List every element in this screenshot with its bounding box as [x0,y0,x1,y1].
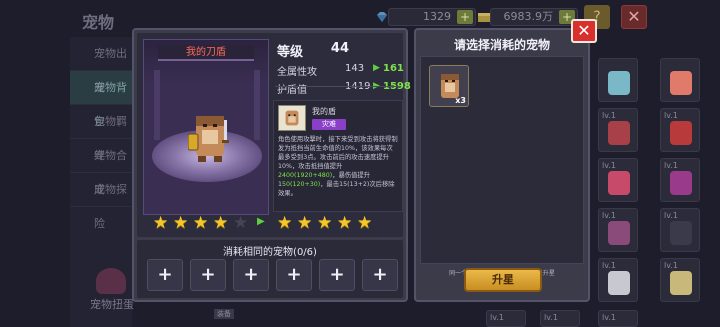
pet-thumbnail [608,271,630,295]
pet-thumbnail [608,221,630,245]
skill-info-box: 我的盾 灾难 角色使用攻撃时，接下来受到攻击将获得制发为抵挡当前生命值的10%，… [273,100,403,212]
level-label: 等级 [277,45,304,60]
bg-pet-slot[interactable]: lv.1 [660,208,700,252]
bg-pet-slot[interactable]: lv.1 [598,310,638,327]
bg-pet-slot[interactable] [598,58,638,102]
star-upgrade-arrow-icon: ▶ [257,216,265,227]
selectable-pet-slot[interactable]: x3 [429,65,469,107]
diamond-icon [377,12,387,22]
consume-slot-1[interactable]: + [147,259,183,291]
gacha-label[interactable]: 宠物扭蛋 [90,296,134,312]
star-icon: ★ [153,213,169,233]
gold-counter: 6983.9万 + [478,8,578,26]
consume-slot-2[interactable]: + [190,259,226,291]
consume-pets-panel: 消耗相同的宠物(0/6) + + + + + + [137,240,403,298]
equip-tag: 装备 [214,309,234,319]
stat-row-attack: 全属性攻 143 ▶ 161 [275,61,404,78]
star-icon: ★ [173,213,189,233]
select-panel-title: 请选择消耗的宠物 [453,38,550,52]
stat-label: 护盾值 [277,85,307,96]
level-value: 44 [330,41,349,56]
level-row: 等级 44 [275,37,403,60]
sidebar-item-pet-deploy[interactable]: 宠物出战 [70,37,132,94]
sidebar-item-pet-explore[interactable]: 宠物探险 [70,173,132,230]
bg-pet-slot[interactable]: lv.1 [598,258,638,302]
skill-description: 角色使用攻撃时，接下来受到攻击将获得制发为抵挡当前生命值的10%，该效果每次最多… [278,136,398,197]
pet-thumbnail [670,171,692,195]
gold-value: 6983.9万 [503,10,554,23]
pets-screen-title: 宠物 [82,13,115,32]
sidebar-item-pet-bond[interactable]: 宠物羁绊 [70,105,132,162]
portrait-pillar [254,70,260,140]
bg-pet-slot[interactable]: lv.1 [598,158,638,202]
pet-thumbnail [670,221,692,245]
stats-divider [275,86,401,87]
star-icon: ★ [213,213,229,233]
bg-pet-slot[interactable]: lv.1 [660,258,700,302]
increase-arrow-icon: ▶ [373,63,380,73]
pet-thumbnail [670,71,692,95]
gacha-icon[interactable] [96,268,126,294]
bg-pet-slot[interactable]: lv.1 [486,310,526,327]
bg-pet-slot[interactable] [660,58,700,102]
consume-slot-6[interactable]: + [362,259,398,291]
pet-portrait-card: 我的刀盾 [143,39,269,215]
star-icon: ★ [277,213,293,233]
screen-close-button[interactable]: ✕ [621,5,647,29]
bg-pet-slot[interactable]: lv.1 [598,108,638,152]
pet-thumbnail [670,271,692,295]
star-up-button[interactable]: 升星 [464,268,542,292]
consume-title: 消耗相同的宠物(0/6) [223,247,317,258]
consume-slot-4[interactable]: + [276,259,312,291]
gold-icon [478,13,490,22]
diamond-counter: 1329 + [377,8,476,26]
portrait-pillar [154,70,160,140]
pet-thumbnail [608,71,630,95]
consume-slot-3[interactable]: + [233,259,269,291]
pet-info-area: 我的刀盾 等级 44 全属性攻 143 ▶ 161 护盾值 我的盾 灾难 角色使… [137,33,411,237]
skill-name: 我的盾 [312,107,336,116]
pet-upgrade-panel: 我的刀盾 等级 44 全属性攻 143 ▶ 161 护盾值 我的盾 灾难 角色使… [132,28,411,302]
star-empty-icon: ★ [233,213,249,233]
skill-portrait-icon [278,105,306,131]
pet-count: x3 [455,96,466,105]
selectable-pets-grid: x3 同一个宠物，从第2只开始才可用于升星 [420,56,584,277]
star-icon: ★ [357,213,373,233]
stat-label: 全属性攻 [277,67,317,78]
star-rating-row: ★ ★ ★ ★ ★ ▶ ★ ★ ★ ★ ★ [153,214,393,234]
select-consume-panel: 请选择消耗的宠物 x3 同一个宠物，从第2只开始才可用于升星 升星 [414,28,590,302]
bg-pet-slot[interactable]: lv.1 [660,108,700,152]
consume-slot-5[interactable]: + [319,259,355,291]
pet-thumbnail [670,121,692,145]
bg-pet-slot[interactable]: lv.1 [540,310,580,327]
sidebar-item-pet-merge[interactable]: 宠物合成 [70,139,132,196]
diamond-value: 1329 [423,10,451,23]
stat-next: 161 [383,63,404,74]
stat-row-shield: 护盾值 1419 ▶ 1598 [275,79,411,96]
bg-pet-slot[interactable]: lv.1 [660,158,700,202]
pet-thumbnail [608,121,630,145]
pet-name: 我的刀盾 [158,45,254,61]
pet-thumbnail [608,171,630,195]
star-icon: ★ [297,213,313,233]
bg-pet-slot[interactable]: lv.1 [598,208,638,252]
pet-sprite-icon [188,116,229,162]
star-icon: ★ [193,213,209,233]
sidebar-item-pet-bag[interactable]: 宠物背包 [70,71,132,128]
skill-type-badge: 灾难 [312,119,346,130]
close-icon[interactable]: ✕ [571,19,597,43]
add-diamond-button[interactable]: + [457,10,473,24]
star-icon: ★ [337,213,353,233]
stat-current: 143 [345,63,365,74]
star-icon: ★ [317,213,333,233]
